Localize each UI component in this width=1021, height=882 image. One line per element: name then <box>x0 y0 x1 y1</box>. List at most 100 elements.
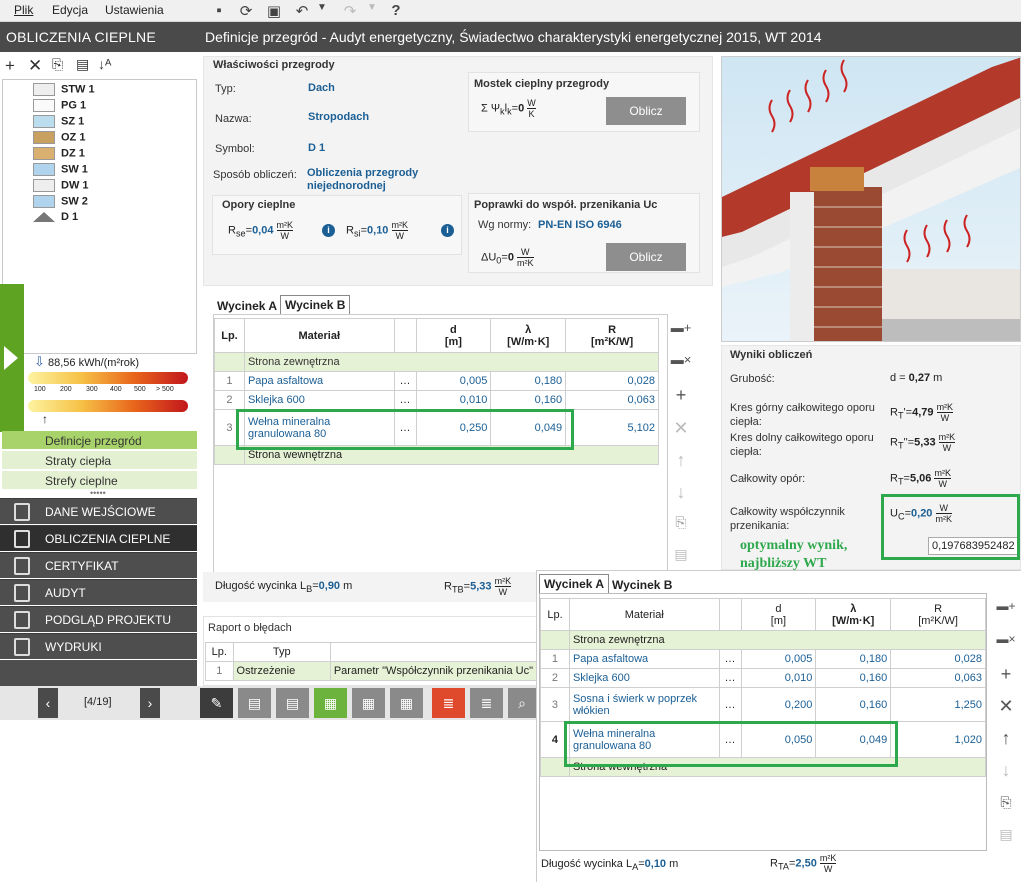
move-down-icon[interactable]: ↓ <box>995 760 1017 781</box>
move-down-icon[interactable]: ↓ <box>670 482 692 503</box>
nazwa-value[interactable]: Stropodach <box>308 111 369 123</box>
table-row[interactable]: 1 Papa asfaltowa… 0,005 0,180 0,028 <box>214 371 659 391</box>
norma-value[interactable]: PN-EN ISO 6946 <box>538 219 622 231</box>
nav-audyt[interactable]: AUDYT <box>0 579 197 605</box>
more-dots-icon[interactable]: ••••• <box>90 488 106 498</box>
psi-value[interactable]: 0 <box>518 102 524 114</box>
info-icon[interactable]: i <box>441 224 454 237</box>
paste-icon[interactable]: ▤ <box>76 56 89 73</box>
table-row[interactable]: 2 Sklejka 600… 0,010 0,160 0,063 <box>214 390 659 410</box>
collapse-handle[interactable] <box>0 284 24 432</box>
save-icon[interactable]: ▪ <box>209 2 229 19</box>
paste-icon[interactable]: ▤ <box>995 826 1017 843</box>
table-row[interactable]: 3 Sosna i świerk w poprzek włókien… 0,200 0… <box>540 687 986 722</box>
cell-d[interactable]: 0,005 <box>740 649 817 669</box>
tool-doc2-icon[interactable]: ▤ <box>276 688 309 718</box>
menu-edit[interactable]: Edycja <box>52 3 88 17</box>
length-a-value[interactable]: 0,10 <box>645 858 666 870</box>
cell-d[interactable]: 0,005 <box>415 371 492 391</box>
length-b-value[interactable]: 0,90 <box>319 580 340 592</box>
preview-icon[interactable]: ▣ <box>264 2 284 20</box>
subnav-definicje[interactable]: Definicje przegród <box>2 431 197 450</box>
help-icon[interactable]: ? <box>386 2 406 19</box>
cell-material[interactable]: Sosna i świerk w poprzek włókien <box>568 687 720 722</box>
cell-d[interactable]: 0,010 <box>740 668 817 688</box>
tree-item[interactable]: OZ 1 <box>33 131 85 146</box>
insert-row-icon[interactable]: ▬+ <box>670 320 692 335</box>
redo-dropdown-icon[interactable]: ▼ <box>362 2 382 13</box>
tool-table-icon[interactable]: ▦ <box>352 688 385 718</box>
nav-certyfikat[interactable]: CERTYFIKAT <box>0 552 197 578</box>
tree-item[interactable]: SW 1 <box>33 163 88 178</box>
redo-icon[interactable]: ↷ <box>340 2 360 20</box>
nav-dane[interactable]: DANE WEJŚCIOWE <box>0 498 197 524</box>
paste-icon[interactable]: ▤ <box>670 546 692 563</box>
cell-lambda[interactable]: 0,160 <box>490 390 567 410</box>
tab-wycinek-a[interactable]: Wycinek A <box>539 574 610 593</box>
add-icon[interactable]: + <box>670 385 692 406</box>
nav-obliczenia[interactable]: OBLICZENIA CIEPLNE <box>0 525 197 551</box>
cell-d[interactable]: 0,200 <box>740 687 817 722</box>
ellipsis-button[interactable]: … <box>393 390 417 410</box>
undo-icon[interactable]: ↶ <box>292 2 312 20</box>
cell-lambda[interactable]: 0,160 <box>815 687 892 722</box>
oblicz-mostek-button[interactable]: Oblicz <box>606 97 686 125</box>
next-page-button[interactable]: › <box>140 688 160 718</box>
tool-edit-icon[interactable]: ✎ <box>200 688 233 718</box>
remove-icon[interactable]: ✕ <box>670 418 692 439</box>
info-icon[interactable]: i <box>322 224 335 237</box>
typ-value[interactable]: Dach <box>308 82 335 94</box>
du-value[interactable]: 0 <box>508 251 514 263</box>
cell-material[interactable]: Sklejka 600 <box>243 390 395 410</box>
table-row[interactable]: 1 Papa asfaltowa… 0,005 0,180 0,028 <box>540 649 986 669</box>
remove-icon[interactable]: ✕ <box>995 696 1017 717</box>
delete-row-icon[interactable]: ▬× <box>670 352 692 367</box>
tree-item[interactable]: DZ 1 <box>33 147 85 162</box>
tool-chart-icon[interactable]: ≣ <box>432 688 465 718</box>
tab-wycinek-b[interactable]: Wycinek B <box>280 295 351 314</box>
ellipsis-button[interactable]: … <box>718 687 742 722</box>
delete-icon[interactable]: ✕ <box>28 56 42 76</box>
rsi-value[interactable]: 0,10 <box>367 224 388 236</box>
copy-icon[interactable]: ⎘ <box>52 56 63 73</box>
tree-item[interactable]: SW 2 <box>33 195 88 210</box>
tab-wycinek-b[interactable]: Wycinek B <box>608 576 676 594</box>
sort-icon[interactable]: ↓ᴬ <box>98 56 111 72</box>
refresh-icon[interactable]: ⟳ <box>236 2 256 20</box>
menu-settings[interactable]: Ustawienia <box>105 3 164 17</box>
menu-file[interactable]: Plik <box>14 3 33 17</box>
cell-lambda[interactable]: 0,160 <box>815 668 892 688</box>
tool-list-icon[interactable]: ≣ <box>470 688 503 718</box>
tool-table2-icon[interactable]: ▦ <box>390 688 423 718</box>
ellipsis-button[interactable]: … <box>393 371 417 391</box>
tree-item-selected[interactable]: D 1 <box>33 211 78 226</box>
tree-item[interactable]: PG 1 <box>33 99 86 114</box>
nav-podglad[interactable]: PODGLĄD PROJEKTU <box>0 606 197 632</box>
cell-material[interactable]: Papa asfaltowa <box>568 649 720 669</box>
tool-doc-icon[interactable]: ▤ <box>238 688 271 718</box>
tree-item[interactable]: STW 1 <box>33 83 95 98</box>
cell-material[interactable]: Papa asfaltowa <box>243 371 395 391</box>
undo-dropdown-icon[interactable]: ▼ <box>312 2 332 13</box>
move-up-icon[interactable]: ↑ <box>995 728 1017 749</box>
sposob-value[interactable]: Obliczenia przegrody niejednorodnej <box>307 167 437 193</box>
cell-lambda[interactable]: 0,180 <box>815 649 892 669</box>
add-icon[interactable]: + <box>995 664 1017 685</box>
tool-search-icon[interactable]: ⌕ <box>508 688 536 718</box>
delete-row-icon[interactable]: ▬× <box>995 632 1017 646</box>
oblicz-poprawki-button[interactable]: Oblicz <box>606 243 686 271</box>
nav-wydruki[interactable]: WYDRUKI <box>0 633 197 659</box>
rse-value[interactable]: 0,04 <box>252 224 273 236</box>
subnav-straty[interactable]: Straty ciepła <box>2 451 197 470</box>
table-row[interactable]: 1 Ostrzeżenie Parametr "Współczynnik przen… <box>205 661 538 681</box>
tree-item[interactable]: SZ 1 <box>33 115 84 130</box>
move-up-icon[interactable]: ↑ <box>670 450 692 471</box>
prev-page-button[interactable]: ‹ <box>38 688 58 718</box>
tool-calc-icon[interactable]: ▦ <box>314 688 347 718</box>
tree-item[interactable]: DW 1 <box>33 179 89 194</box>
insert-row-icon[interactable]: ▬+ <box>995 599 1017 613</box>
cell-d[interactable]: 0,010 <box>415 390 492 410</box>
symbol-value[interactable]: D 1 <box>308 142 325 154</box>
ellipsis-button[interactable]: … <box>718 668 742 688</box>
ellipsis-button[interactable]: … <box>718 649 742 669</box>
